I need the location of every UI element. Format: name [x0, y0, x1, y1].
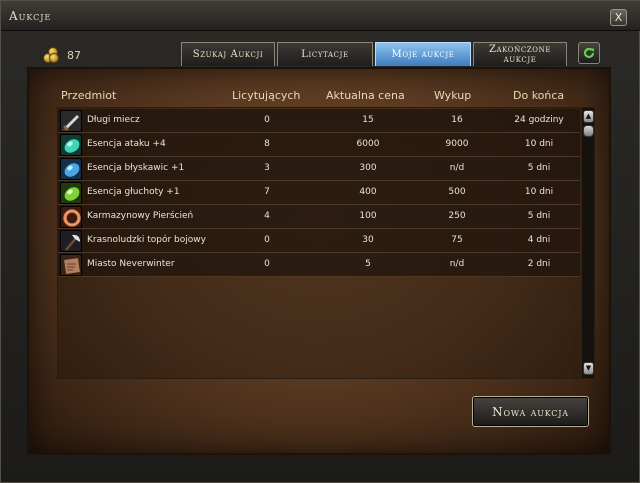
current-price: 300 — [359, 163, 377, 173]
bidder-count: 3 — [264, 163, 270, 173]
window-title: Aukcje — [9, 9, 52, 23]
column-header-time-left: Do końca — [513, 89, 565, 102]
axe-icon — [60, 230, 82, 252]
buyout-price: 250 — [448, 211, 466, 221]
current-price: 100 — [359, 211, 377, 221]
auction-row[interactable]: Karmazynowy Pierścień 4 100 250 5 dni — [58, 205, 580, 229]
sword-icon — [60, 110, 82, 132]
new-auction-button[interactable]: Nowa aukcja — [472, 396, 589, 427]
tab-my-auctions[interactable]: Moje aukcje — [375, 42, 471, 66]
refresh-button[interactable] — [578, 42, 600, 64]
list-scrollbar[interactable]: ▲ ▼ — [581, 108, 594, 378]
item-name: Karmazynowy Pierścień — [87, 211, 194, 221]
column-header-buyout: Wykup — [434, 89, 472, 102]
green-gem-icon — [60, 182, 82, 204]
bidder-count: 7 — [264, 187, 270, 197]
current-price: 400 — [359, 187, 377, 197]
buyout-price: n/d — [449, 259, 465, 269]
auction-window: Aukcje X 87 Szukaj Aukcji Licytacje Moje… — [0, 0, 640, 483]
item-name: Esencja głuchoty +1 — [87, 187, 180, 197]
column-header-current-price: Aktualna cena — [326, 89, 405, 102]
buyout-price: 500 — [448, 187, 466, 197]
bidder-count: 4 — [264, 211, 270, 221]
column-header-item: Przedmiot — [61, 89, 117, 102]
time-remaining: 24 godziny — [514, 115, 564, 125]
bidder-count: 0 — [264, 115, 270, 125]
refresh-icon — [583, 47, 595, 59]
gold-amount: 87 — [67, 48, 81, 62]
buyout-price: 16 — [451, 115, 463, 125]
buyout-price: n/d — [449, 163, 465, 173]
item-name: Esencja ataku +4 — [87, 139, 166, 149]
item-name: Krasnoludzki topór bojowy — [87, 235, 206, 245]
bidder-count: 0 — [264, 259, 270, 269]
time-remaining: 10 dni — [524, 187, 554, 197]
gold-coins-icon — [43, 47, 59, 63]
scroll-up-button[interactable]: ▲ — [583, 110, 594, 123]
close-button[interactable]: X — [610, 9, 627, 26]
item-name: Długi miecz — [87, 115, 140, 125]
item-name: Miasto Neverwinter — [87, 259, 175, 269]
column-header-bidders: Licytujących — [232, 89, 301, 102]
current-price: 6000 — [356, 139, 380, 149]
title-bar[interactable]: Aukcje X — [1, 1, 640, 31]
gold-display: 87 — [43, 46, 81, 64]
time-remaining: 5 dni — [527, 163, 551, 173]
auction-row[interactable]: Krasnoludzki topór bojowy 0 30 75 4 dni — [58, 229, 580, 253]
time-remaining: 10 dni — [524, 139, 554, 149]
time-remaining: 2 dni — [527, 259, 551, 269]
scroll-thumb[interactable] — [583, 125, 594, 137]
time-remaining: 5 dni — [527, 211, 551, 221]
current-price: 5 — [365, 259, 371, 269]
time-remaining: 4 dni — [527, 235, 551, 245]
teal-gem-icon — [60, 134, 82, 156]
buyout-price: 9000 — [445, 139, 469, 149]
current-price: 30 — [362, 235, 374, 245]
bidder-count: 0 — [264, 235, 270, 245]
tab-bids[interactable]: Licytacje — [277, 42, 373, 66]
auction-row[interactable]: Miasto Neverwinter 0 5 n/d 2 dni — [58, 253, 580, 277]
auction-row[interactable]: Esencja ataku +4 8 6000 9000 10 dni — [58, 133, 580, 157]
auction-row[interactable]: Esencja głuchoty +1 7 400 500 10 dni — [58, 181, 580, 205]
current-price: 15 — [362, 115, 374, 125]
buyout-price: 75 — [451, 235, 463, 245]
tab-search-auctions[interactable]: Szukaj Aukcji — [181, 42, 275, 66]
map-icon — [60, 254, 82, 276]
auction-row[interactable]: Długi miecz 0 15 16 24 godziny — [58, 109, 580, 133]
bidder-count: 8 — [264, 139, 270, 149]
ring-icon — [60, 206, 82, 228]
tab-finished-auctions[interactable]: Zakończone aukcje — [473, 42, 567, 66]
item-name: Esencja błyskawic +1 — [87, 163, 185, 173]
scroll-down-button[interactable]: ▼ — [583, 362, 594, 375]
auction-row[interactable]: Esencja błyskawic +1 3 300 n/d 5 dni — [58, 157, 580, 181]
blue-gem-icon — [60, 158, 82, 180]
